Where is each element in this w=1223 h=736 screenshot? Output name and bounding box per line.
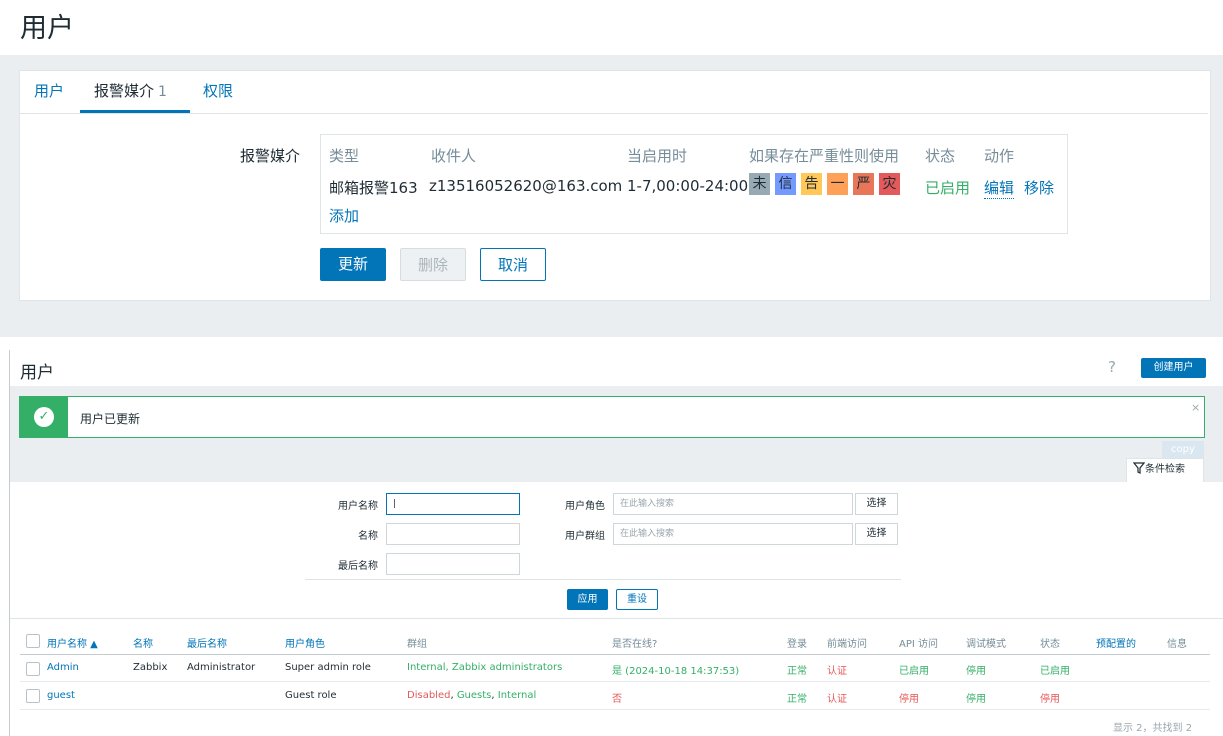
filter-name-label: 名称	[358, 531, 378, 542]
tab-divider	[20, 113, 1208, 114]
media-edit-link[interactable]: 编辑	[984, 177, 1015, 199]
select-all-checkbox[interactable]	[26, 634, 40, 648]
users-page-title: 用户	[20, 363, 54, 383]
media-recipient: z13516052620@163.com	[429, 177, 623, 195]
row-groups-guest: Disabled, Guests, Internal	[407, 690, 536, 701]
group-disabled-link[interactable]: Disabled	[407, 690, 450, 701]
filter-icon	[1132, 462, 1146, 478]
severity-warning: 告	[801, 173, 822, 195]
row-debug-admin[interactable]: 停用	[966, 662, 986, 677]
row-login-admin: 正常	[787, 666, 807, 677]
column-role[interactable]: 用户角色	[285, 635, 325, 650]
severity-information: 信	[775, 173, 796, 195]
media-add-link[interactable]: 添加	[329, 205, 359, 226]
row-role-guest: Guest role	[285, 690, 337, 701]
group-internal-link[interactable]: Internal	[498, 690, 537, 701]
row-frontend-guest: 认证	[827, 694, 847, 705]
filter-role-select-button[interactable]: 选择	[855, 493, 898, 515]
delete-button[interactable]: 删除	[400, 248, 466, 281]
media-header-status: 状态	[925, 147, 956, 165]
column-name[interactable]: 名称	[133, 635, 153, 650]
update-button[interactable]: 更新	[320, 248, 386, 281]
media-remove-link[interactable]: 移除	[1024, 177, 1054, 198]
tab-permissions[interactable]: 权限	[203, 80, 233, 101]
row-checkbox-admin[interactable]	[26, 662, 40, 676]
row-username-admin[interactable]: Admin	[47, 662, 79, 673]
media-header-type: 类型	[329, 147, 360, 165]
filter-group-select-button[interactable]: 选择	[855, 523, 898, 545]
row-debug-guest[interactable]: 停用	[966, 690, 986, 705]
media-header-action: 动作	[984, 147, 1015, 165]
column-status: 状态	[1040, 639, 1060, 650]
row-lastname-admin: Administrator	[187, 662, 256, 673]
column-login: 登录	[787, 639, 807, 650]
row-checkbox-guest[interactable]	[26, 689, 40, 703]
tab-media[interactable]: 报警媒介 1	[94, 80, 167, 101]
group-guests-link[interactable]: Guests	[457, 690, 492, 701]
help-icon[interactable]: ?	[1108, 358, 1116, 376]
row-frontend-admin: 认证	[827, 666, 847, 677]
filter-username-input[interactable]: |	[386, 493, 520, 515]
row-online-admin: 是 (2024-10-18 14:37:53)	[612, 666, 740, 677]
copy-button[interactable]: copy	[1162, 441, 1204, 459]
column-debug: 调试模式	[966, 639, 1006, 650]
close-icon[interactable]: ×	[1191, 401, 1200, 414]
table-header-divider	[20, 654, 1210, 655]
cancel-button[interactable]: 取消	[480, 248, 546, 281]
row-role-admin: Super admin role	[285, 662, 371, 673]
column-provisioned[interactable]: 预配置的	[1096, 635, 1136, 650]
row-online-guest: 否	[612, 694, 622, 705]
apply-button[interactable]: 应用	[567, 589, 608, 610]
row-login-guest: 正常	[787, 694, 807, 705]
column-api: API 访问	[899, 639, 938, 650]
column-online: 是否在线?	[612, 639, 658, 650]
filter-role-label: 用户角色	[565, 501, 605, 512]
row-status-guest[interactable]: 停用	[1040, 690, 1060, 705]
row-username-guest[interactable]: guest	[47, 690, 75, 701]
column-frontend: 前端访问	[827, 639, 867, 650]
media-status[interactable]: 已启用	[925, 177, 970, 198]
media-header-severity: 如果存在严重性则使用	[749, 147, 900, 165]
filter-group-input[interactable]: 在此输入搜索	[613, 523, 853, 545]
page-title: 用户	[20, 13, 74, 44]
create-user-button[interactable]: 创建用户	[1141, 358, 1206, 378]
success-message-box	[19, 396, 1205, 438]
column-lastname[interactable]: 最后名称	[187, 635, 227, 650]
column-info: 信息	[1167, 639, 1187, 650]
row-groups-admin[interactable]: Internal, Zabbix administrators	[407, 662, 562, 673]
filter-name-input[interactable]	[386, 523, 520, 545]
tab-user[interactable]: 用户	[34, 80, 64, 101]
check-circle-icon: ✓	[34, 407, 54, 427]
tab-media-count: 1	[158, 84, 167, 100]
severity-not-classified: 未	[749, 173, 770, 195]
severity-average: 一	[827, 173, 848, 195]
success-message: 用户已更新	[80, 412, 141, 426]
filter-username-label: 用户名称	[338, 501, 378, 512]
media-field-label: 报警媒介	[240, 147, 301, 165]
media-header-when-active: 当启用时	[627, 147, 688, 165]
row-api-guest[interactable]: 停用	[899, 690, 919, 705]
media-type: 邮箱报警163	[329, 179, 418, 197]
column-username[interactable]: 用户名称 ▲	[47, 635, 98, 650]
severity-high: 严	[853, 173, 874, 195]
media-header-recipient: 收件人	[431, 147, 477, 165]
filter-role-input[interactable]: 在此输入搜索	[613, 493, 853, 515]
reset-button[interactable]: 重设	[616, 589, 658, 610]
table-footer-count: 显示 2，共找到 2	[1113, 723, 1193, 734]
filter-lastname-input[interactable]	[386, 553, 520, 575]
filter-lastname-label: 最后名称	[338, 561, 378, 572]
row-api-admin[interactable]: 已启用	[899, 662, 929, 677]
severity-disaster: 灾	[879, 173, 900, 195]
column-groups: 群组	[407, 639, 427, 650]
row-divider	[20, 681, 1210, 682]
row-name-admin: Zabbix	[133, 662, 168, 673]
filter-group-label: 用户群组	[565, 531, 605, 542]
row-status-admin[interactable]: 已启用	[1040, 662, 1070, 677]
tab-media-label: 报警媒介	[94, 82, 155, 100]
row-divider	[20, 709, 1210, 710]
filter-separator	[305, 579, 901, 580]
media-when-active: 1-7,00:00-24:00	[627, 177, 749, 195]
